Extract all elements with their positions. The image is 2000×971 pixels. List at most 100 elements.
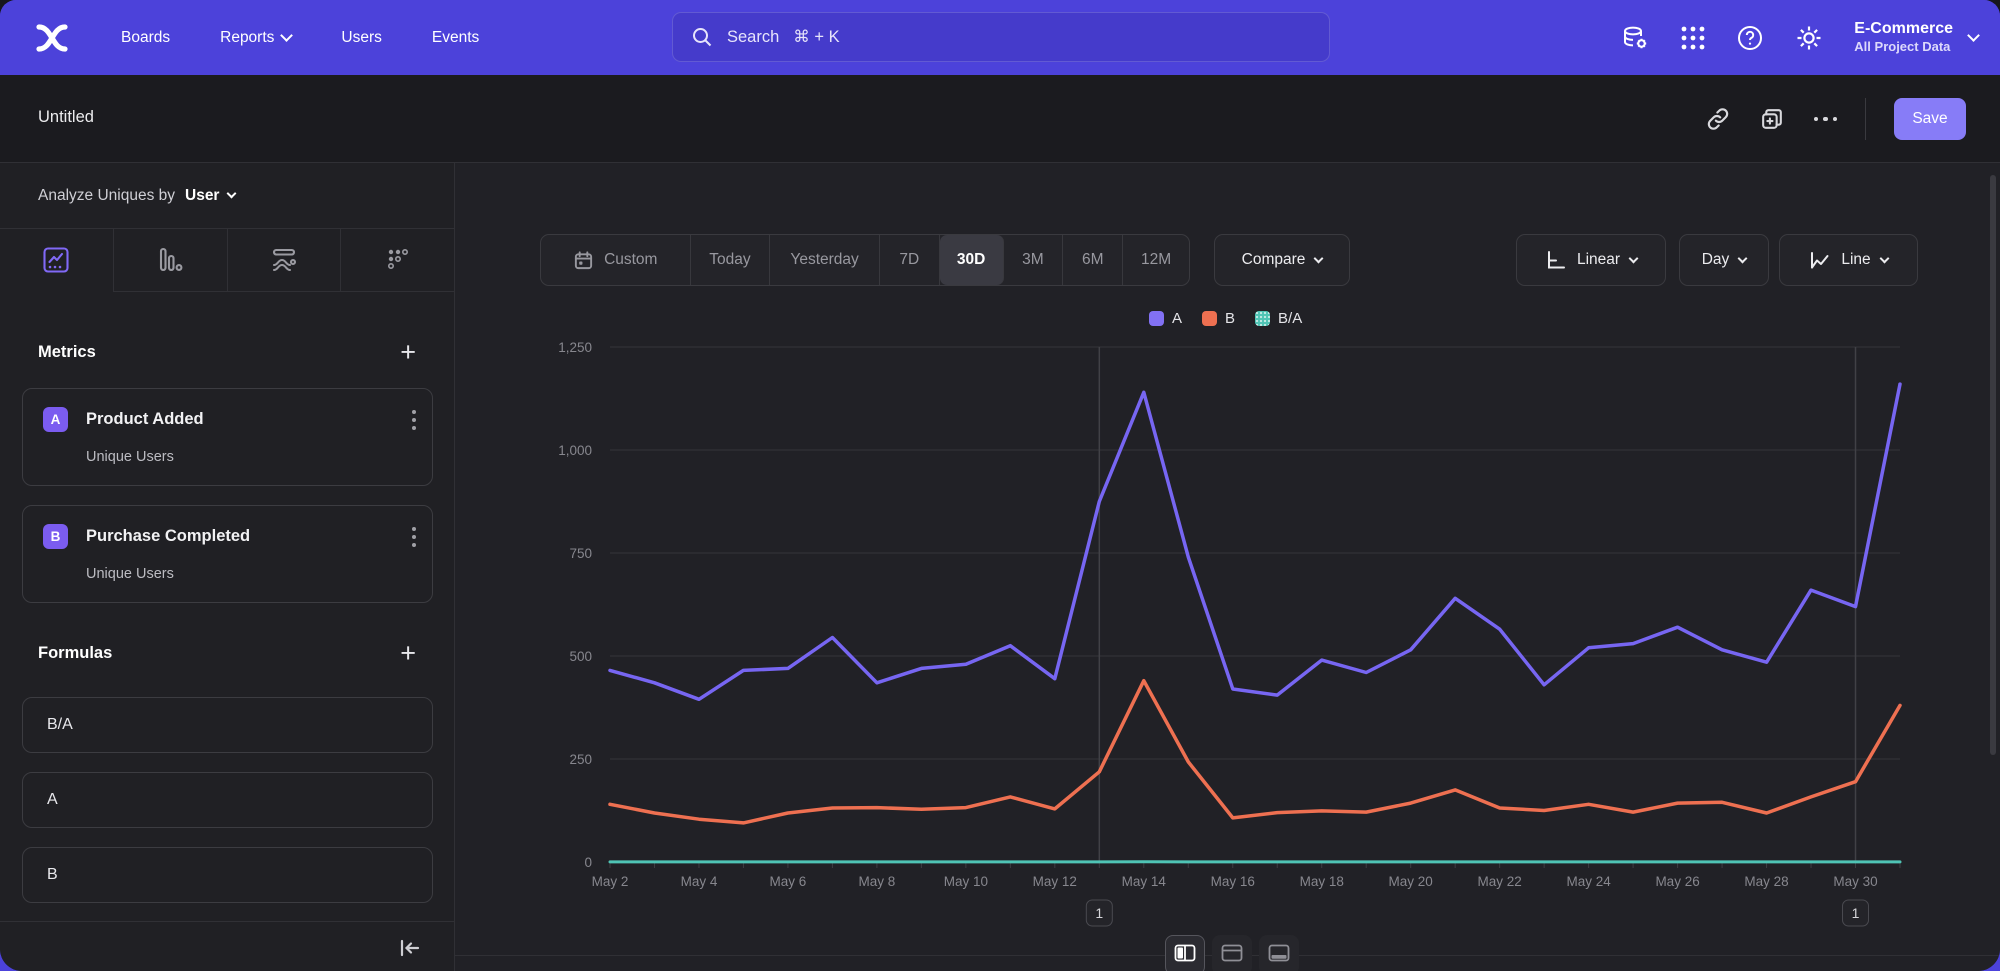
nav-events-label: Events: [432, 29, 479, 47]
app-body: Untitled Save: [0, 75, 2000, 971]
copy-link-icon[interactable]: [1705, 106, 1731, 132]
project-name: E-Commerce: [1854, 19, 1953, 39]
metrics-title: Metrics: [38, 343, 96, 362]
svg-text:500: 500: [569, 649, 592, 664]
layout-top-button[interactable]: [1212, 935, 1252, 971]
tab-funnels[interactable]: [113, 229, 227, 292]
report-canvas: Custom Today Yesterday 7D 30D 3M 6M 12M …: [455, 163, 2000, 971]
bar-chart-tab-icon: [155, 245, 185, 275]
nav-events[interactable]: Events: [411, 19, 500, 57]
metric-card-a[interactable]: A Product Added Unique Users: [22, 388, 433, 486]
settings-gear-icon[interactable]: [1794, 23, 1824, 53]
metric-aggregation[interactable]: Unique Users: [86, 449, 174, 465]
layout-split-button[interactable]: [1165, 935, 1205, 971]
svg-text:May 14: May 14: [1122, 874, 1167, 889]
sidebar-footer: [0, 921, 454, 971]
collapse-sidebar-icon[interactable]: [398, 938, 422, 958]
nav-reports-label: Reports: [220, 29, 274, 47]
metric-name: Purchase Completed: [86, 527, 394, 546]
formulas-header: Formulas +: [38, 636, 416, 670]
svg-text:750: 750: [569, 546, 592, 561]
formulas-title: Formulas: [38, 644, 112, 663]
formula-label: B/A: [47, 716, 73, 734]
svg-text:May 26: May 26: [1655, 874, 1699, 889]
svg-text:May 18: May 18: [1300, 874, 1344, 889]
add-formula-button[interactable]: +: [400, 643, 416, 663]
svg-text:May 30: May 30: [1833, 874, 1877, 889]
svg-text:May 4: May 4: [681, 874, 718, 889]
line-chart-tab-icon: [41, 245, 71, 275]
help-icon[interactable]: [1736, 24, 1764, 52]
chevron-down-icon: [281, 29, 294, 42]
formula-label: B: [47, 866, 58, 884]
analyze-by-value: User: [185, 187, 219, 205]
svg-text:May 28: May 28: [1744, 874, 1788, 889]
svg-text:250: 250: [569, 752, 592, 767]
search-icon: [691, 26, 713, 48]
vertical-scrollbar[interactable]: [1990, 175, 1996, 755]
line-chart[interactable]: 02505007501,0001,250May 2May 4May 6May 8…: [455, 163, 2000, 971]
svg-text:May 20: May 20: [1389, 874, 1433, 889]
analyze-row: Analyze Uniques by User: [0, 163, 454, 229]
project-scope: All Project Data: [1854, 39, 1953, 55]
tab-insights[interactable]: [0, 229, 113, 292]
layout-toggles: [1165, 935, 1299, 971]
apps-grid-icon[interactable]: [1680, 25, 1706, 51]
layout-bottom-button[interactable]: [1259, 935, 1299, 971]
tab-retention[interactable]: [340, 229, 454, 292]
chart-type-tabs: [0, 229, 454, 292]
svg-text:0: 0: [584, 855, 592, 870]
metric-letter-badge: A: [43, 407, 68, 432]
nav-users[interactable]: Users: [320, 19, 402, 57]
metric-menu-icon[interactable]: [412, 410, 416, 430]
formula-card[interactable]: A: [22, 772, 433, 828]
mixpanel-logo-icon[interactable]: [30, 18, 74, 58]
report-title[interactable]: Untitled: [38, 108, 94, 127]
svg-text:May 2: May 2: [592, 874, 629, 889]
top-navbar: Boards Reports Users Events Search ⌘ + K: [0, 0, 2000, 75]
svg-text:May 12: May 12: [1033, 874, 1077, 889]
svg-text:May 16: May 16: [1211, 874, 1255, 889]
nav-boards-label: Boards: [121, 29, 170, 47]
svg-text:May 24: May 24: [1566, 874, 1611, 889]
flows-tab-icon: [268, 245, 300, 275]
formula-card[interactable]: B/A: [22, 697, 433, 753]
search-placeholder: Search: [727, 28, 779, 47]
metric-menu-icon[interactable]: [412, 527, 416, 547]
svg-text:1: 1: [1095, 905, 1103, 921]
divider: [1865, 98, 1866, 140]
search-input[interactable]: Search ⌘ + K: [672, 12, 1330, 62]
save-button[interactable]: Save: [1894, 98, 1966, 140]
metrics-header: Metrics +: [38, 335, 416, 369]
nav-users-label: Users: [341, 29, 381, 47]
app-window: Boards Reports Users Events Search ⌘ + K: [0, 0, 2000, 971]
report-topbar: Untitled Save: [0, 75, 2000, 163]
analyze-label: Analyze Uniques by: [38, 187, 175, 205]
tab-flows[interactable]: [227, 229, 341, 292]
metric-card-b[interactable]: B Purchase Completed Unique Users: [22, 505, 433, 603]
svg-text:1,000: 1,000: [558, 443, 592, 458]
svg-text:May 6: May 6: [770, 874, 807, 889]
duplicate-icon[interactable]: [1759, 106, 1786, 133]
chevron-down-icon: [1967, 29, 1980, 42]
query-sidebar: Analyze Uniques by User: [0, 163, 455, 971]
more-options-icon[interactable]: [1814, 117, 1838, 122]
project-selector[interactable]: E-Commerce All Project Data: [1854, 19, 1978, 55]
retention-tab-icon: [383, 245, 413, 275]
formula-label: A: [47, 791, 58, 809]
metric-letter-badge: B: [43, 524, 68, 549]
svg-text:May 22: May 22: [1478, 874, 1522, 889]
nav-reports[interactable]: Reports: [199, 19, 312, 57]
svg-text:1: 1: [1852, 905, 1860, 921]
svg-text:1,250: 1,250: [558, 340, 592, 355]
nav-boards[interactable]: Boards: [100, 19, 191, 57]
metric-name: Product Added: [86, 410, 394, 429]
formula-card[interactable]: B: [22, 847, 433, 903]
metric-aggregation[interactable]: Unique Users: [86, 566, 174, 582]
chevron-down-icon: [227, 189, 237, 199]
svg-text:May 10: May 10: [944, 874, 988, 889]
search-shortcut: ⌘ + K: [793, 27, 839, 47]
add-metric-button[interactable]: +: [400, 342, 416, 362]
data-gear-icon[interactable]: [1620, 23, 1650, 53]
analyze-by-dropdown[interactable]: User: [185, 187, 235, 205]
